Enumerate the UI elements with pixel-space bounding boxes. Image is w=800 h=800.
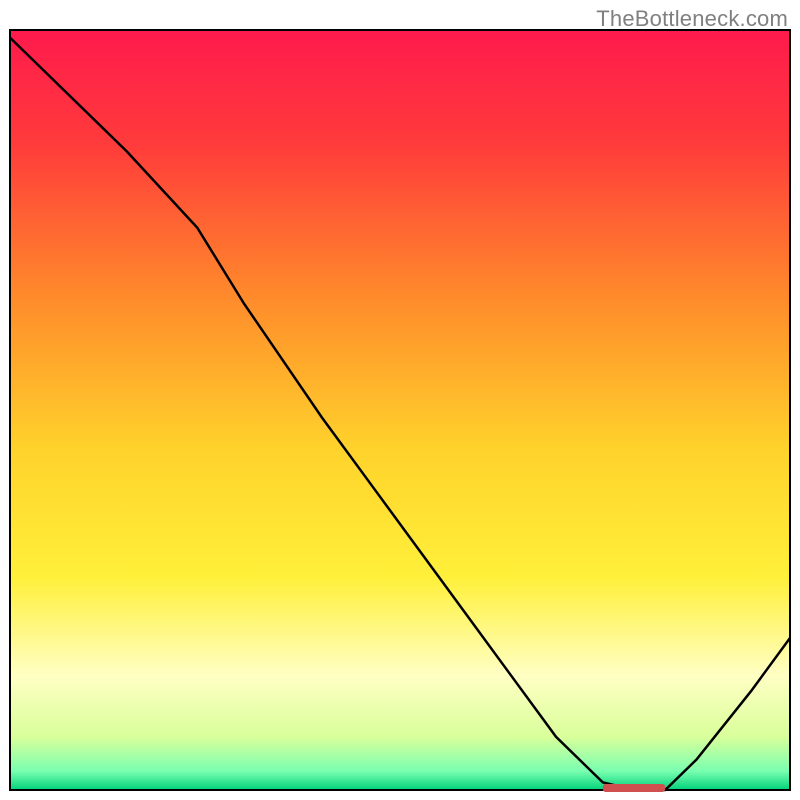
watermark-text: TheBottleneck.com xyxy=(596,6,788,32)
chart-container: TheBottleneck.com xyxy=(0,0,800,800)
bottleneck-chart xyxy=(0,0,800,800)
optimum-marker xyxy=(603,784,665,792)
plot-background xyxy=(10,30,790,790)
